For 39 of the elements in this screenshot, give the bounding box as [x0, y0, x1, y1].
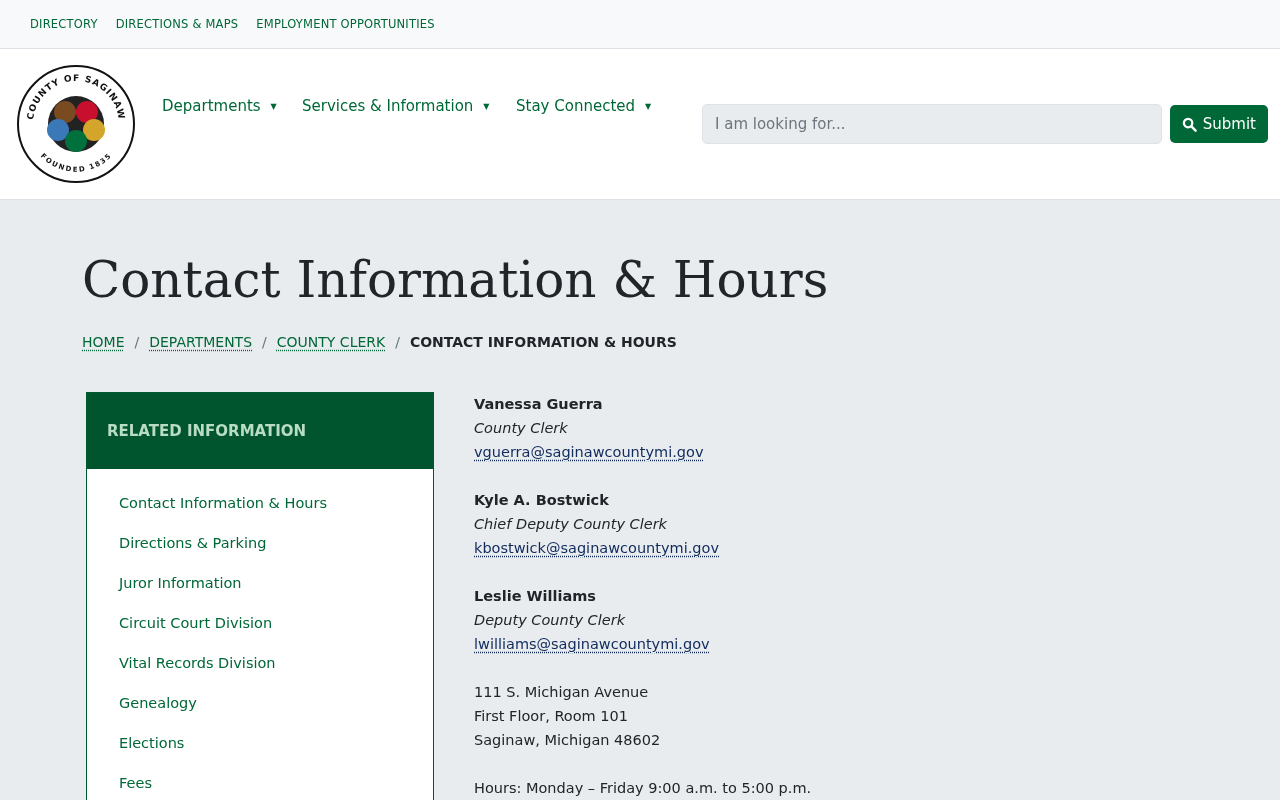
related-link[interactable]: Circuit Court Division — [119, 613, 433, 633]
utility-link[interactable]: EMPLOYMENT OPPORTUNITIES — [256, 17, 435, 31]
email-link[interactable]: vguerra@saginawcountymi.gov — [474, 440, 704, 464]
related-link[interactable]: Vital Records Division — [119, 653, 433, 673]
utility-link[interactable]: DIRECTIONS & MAPS — [115, 17, 239, 31]
office-hours: Hours: Monday – Friday 9:00 a.m. to 5:00 p.m. — [474, 779, 812, 798]
nav-menu-item[interactable]: Services & Information ▼ — [302, 94, 502, 119]
breadcrumb-current: CONTACT INFORMATION & HOURS — [409, 334, 677, 350]
utility-link[interactable]: DIRECTORY — [30, 17, 98, 31]
contact-role: County Clerk — [474, 419, 568, 438]
related-link[interactable]: Contact Information & Hours — [119, 493, 433, 513]
related-link[interactable]: Elections — [119, 733, 433, 753]
nav-menu-item[interactable]: Departments ▼ — [162, 94, 288, 119]
search-field[interactable]: I am looking for... — [702, 104, 1162, 144]
email-link[interactable]: kbostwick@saginawcountymi.gov — [474, 536, 719, 560]
search-icon — [1181, 116, 1197, 132]
contact-name: Kyle A. Bostwick — [474, 491, 609, 510]
nav-menu-item[interactable]: Stay Connected ▼ — [516, 94, 656, 119]
breadcrumb-separator: / — [262, 334, 267, 350]
breadcrumb-link[interactable]: DEPARTMENTS — [149, 334, 253, 350]
address-line: Saginaw, Michigan 48602 — [474, 731, 661, 750]
address-line: 111 S. Michigan Avenue — [474, 683, 649, 702]
contact-role: Chief Deputy County Clerk — [474, 515, 668, 534]
related-link[interactable]: Juror Information — [119, 573, 433, 593]
submit-button[interactable]: Submit — [1169, 105, 1268, 143]
address-line: First Floor, Room 101 — [474, 707, 628, 726]
breadcrumb-link[interactable]: HOME — [82, 334, 125, 350]
contact-role: Deputy County Clerk — [474, 611, 626, 630]
contact-name: Vanessa Guerra — [474, 395, 603, 414]
related-link[interactable]: Genealogy — [119, 693, 433, 713]
related-link[interactable]: Directions & Parking — [119, 533, 433, 553]
email-link[interactable]: lwilliams@saginawcountymi.gov — [474, 632, 710, 656]
page-title: Contact Information & Hours — [82, 250, 830, 311]
panel-heading: RELATED INFORMATION — [87, 393, 433, 469]
breadcrumb-link[interactable]: COUNTY CLERK — [276, 334, 386, 350]
contact-name: Leslie Williams — [474, 587, 596, 606]
breadcrumb-separator: / — [134, 334, 140, 350]
related-link[interactable]: Fees — [119, 773, 433, 793]
breadcrumb-separator: / — [395, 334, 400, 350]
